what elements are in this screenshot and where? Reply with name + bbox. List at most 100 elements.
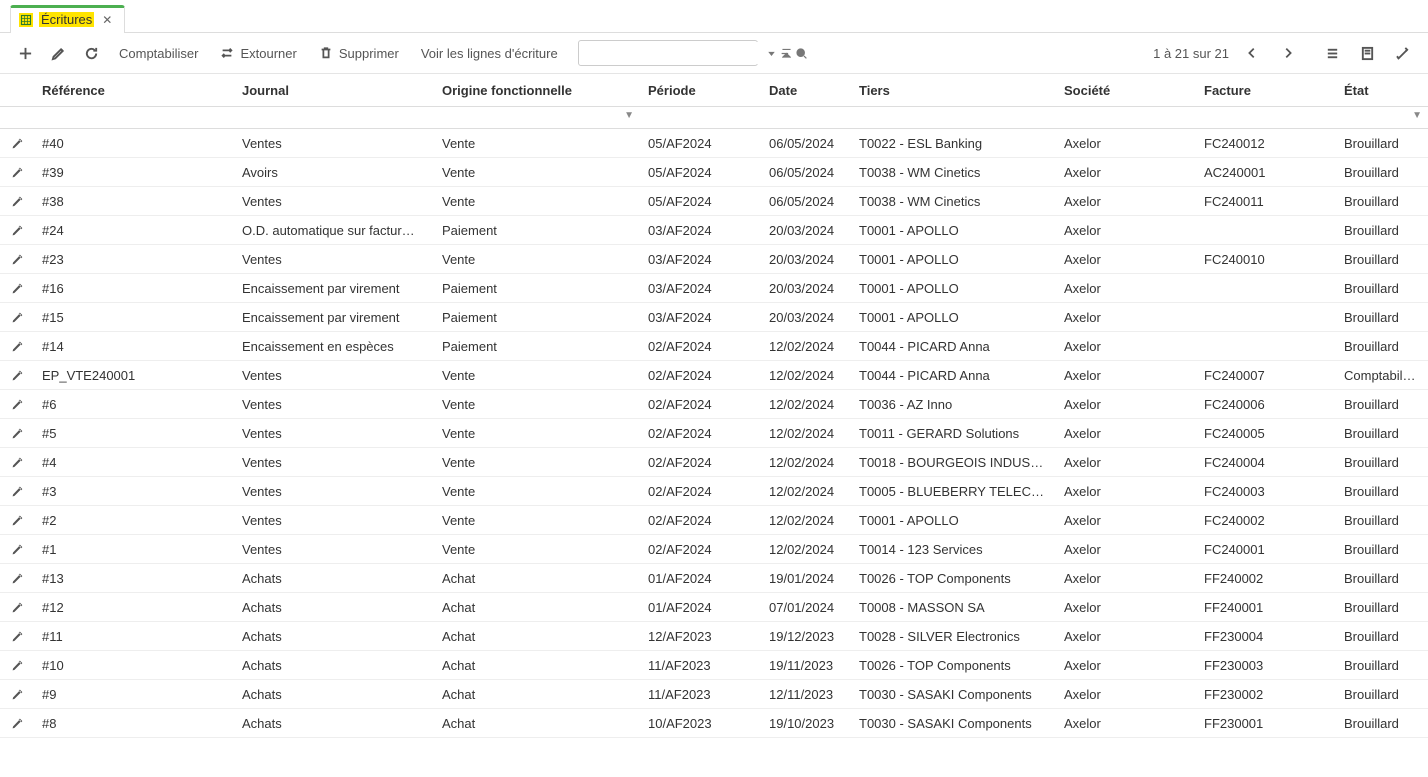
- row-edit-button[interactable]: [0, 456, 34, 469]
- row-edit-button[interactable]: [0, 659, 34, 672]
- form-view-button[interactable]: [1352, 39, 1383, 67]
- cell-societe: Axelor: [1056, 629, 1196, 644]
- table-row[interactable]: EP_VTE240001VentesVente02/AF202412/02/20…: [0, 361, 1428, 390]
- tab-ecritures[interactable]: Écritures ✕: [10, 5, 125, 33]
- header-journal[interactable]: Journal: [234, 83, 434, 98]
- comptabiliser-button[interactable]: Comptabiliser: [109, 39, 208, 67]
- dropdown-icon[interactable]: [765, 46, 778, 60]
- header-reference[interactable]: Référence: [34, 83, 234, 98]
- cell-journal: Ventes: [234, 542, 434, 557]
- settings-button[interactable]: [1387, 39, 1418, 67]
- table-row[interactable]: #38VentesVente05/AF202406/05/2024T0038 -…: [0, 187, 1428, 216]
- header-etat[interactable]: État: [1336, 83, 1428, 98]
- header-facture[interactable]: Facture: [1196, 83, 1336, 98]
- cell-date: 19/11/2023: [761, 658, 851, 673]
- row-edit-button[interactable]: [0, 224, 34, 237]
- table-row[interactable]: #8AchatsAchat10/AF202319/10/2023T0030 - …: [0, 709, 1428, 738]
- search-input[interactable]: [587, 42, 763, 64]
- header-periode[interactable]: Période: [640, 83, 761, 98]
- header-tiers[interactable]: Tiers: [851, 83, 1056, 98]
- filter-tiers[interactable]: [851, 107, 1056, 128]
- header-origine[interactable]: Origine fonctionnelle: [434, 83, 640, 98]
- table-row[interactable]: #4VentesVente02/AF202412/02/2024T0018 - …: [0, 448, 1428, 477]
- table-row[interactable]: #16Encaissement par virementPaiement03/A…: [0, 274, 1428, 303]
- header-date[interactable]: Date: [761, 83, 851, 98]
- voir-lignes-button[interactable]: Voir les lignes d'écriture: [411, 39, 568, 67]
- list-view-button[interactable]: [1317, 39, 1348, 67]
- row-edit-button[interactable]: [0, 514, 34, 527]
- row-edit-button[interactable]: [0, 311, 34, 324]
- table-row[interactable]: #6VentesVente02/AF202412/02/2024T0036 - …: [0, 390, 1428, 419]
- row-edit-button[interactable]: [0, 630, 34, 643]
- table-row[interactable]: #13AchatsAchat01/AF202419/01/2024T0026 -…: [0, 564, 1428, 593]
- prev-page-button[interactable]: [1239, 40, 1265, 66]
- filter-reference[interactable]: [34, 107, 234, 128]
- row-edit-button[interactable]: [0, 398, 34, 411]
- table-row[interactable]: #23VentesVente03/AF202420/03/2024T0001 -…: [0, 245, 1428, 274]
- cell-tiers: T0011 - GERARD Solutions: [851, 426, 1056, 441]
- table-row[interactable]: #11AchatsAchat12/AF202319/12/2023T0028 -…: [0, 622, 1428, 651]
- filter-facture[interactable]: [1196, 107, 1336, 128]
- filter-journal[interactable]: [234, 107, 434, 128]
- table-row[interactable]: #1VentesVente02/AF202412/02/2024T0014 - …: [0, 535, 1428, 564]
- cell-reference: #38: [34, 194, 234, 209]
- cell-societe: Axelor: [1056, 339, 1196, 354]
- row-edit-button[interactable]: [0, 137, 34, 150]
- table-row[interactable]: #2VentesVente02/AF202412/02/2024T0001 - …: [0, 506, 1428, 535]
- row-edit-button[interactable]: [0, 340, 34, 353]
- cell-reference: EP_VTE240001: [34, 368, 234, 383]
- filter-date[interactable]: [761, 107, 851, 128]
- cell-periode: 03/AF2024: [640, 281, 761, 296]
- cell-periode: 02/AF2024: [640, 513, 761, 528]
- filter-societe[interactable]: [1056, 107, 1196, 128]
- row-edit-button[interactable]: [0, 688, 34, 701]
- table-row[interactable]: #12AchatsAchat01/AF202407/01/2024T0008 -…: [0, 593, 1428, 622]
- header-societe[interactable]: Société: [1056, 83, 1196, 98]
- row-edit-button[interactable]: [0, 253, 34, 266]
- table-row[interactable]: #15Encaissement par virementPaiement03/A…: [0, 303, 1428, 332]
- cell-facture: AC240001: [1196, 165, 1336, 180]
- next-page-button[interactable]: [1275, 40, 1301, 66]
- close-icon[interactable]: ✕: [100, 13, 114, 27]
- row-edit-button[interactable]: [0, 427, 34, 440]
- cell-societe: Axelor: [1056, 658, 1196, 673]
- table-row[interactable]: #10AchatsAchat11/AF202319/11/2023T0026 -…: [0, 651, 1428, 680]
- cell-reference: #6: [34, 397, 234, 412]
- table-row[interactable]: #39AvoirsVente05/AF202406/05/2024T0038 -…: [0, 158, 1428, 187]
- refresh-button[interactable]: [76, 39, 107, 67]
- row-edit-button[interactable]: [0, 717, 34, 730]
- row-edit-button[interactable]: [0, 369, 34, 382]
- table-row[interactable]: #3VentesVente02/AF202412/02/2024T0005 - …: [0, 477, 1428, 506]
- table-row[interactable]: #14Encaissement en espècesPaiement02/AF2…: [0, 332, 1428, 361]
- table-row[interactable]: #9AchatsAchat11/AF202312/11/2023T0030 - …: [0, 680, 1428, 709]
- cell-origine: Vente: [434, 252, 640, 267]
- row-edit-button[interactable]: [0, 543, 34, 556]
- filter-etat[interactable]: ▼: [1336, 107, 1428, 128]
- supprimer-button[interactable]: Supprimer: [309, 39, 409, 67]
- cell-reference: #8: [34, 716, 234, 731]
- cell-journal: Achats: [234, 658, 434, 673]
- cell-origine: Paiement: [434, 281, 640, 296]
- edit-button[interactable]: [43, 39, 74, 67]
- cell-origine: Vente: [434, 194, 640, 209]
- row-edit-button[interactable]: [0, 601, 34, 614]
- row-edit-button[interactable]: [0, 572, 34, 585]
- row-edit-button[interactable]: [0, 166, 34, 179]
- table-row[interactable]: #24O.D. automatique sur factur…Paiement0…: [0, 216, 1428, 245]
- table-row[interactable]: #5VentesVente02/AF202412/02/2024T0011 - …: [0, 419, 1428, 448]
- search-icon[interactable]: [795, 46, 808, 60]
- clear-icon[interactable]: [780, 46, 793, 60]
- search-box[interactable]: [578, 40, 758, 66]
- filter-periode[interactable]: [640, 107, 761, 128]
- caret-down-icon[interactable]: ▼: [1412, 110, 1422, 121]
- cell-societe: Axelor: [1056, 397, 1196, 412]
- table-row[interactable]: #40VentesVente05/AF202406/05/2024T0022 -…: [0, 129, 1428, 158]
- row-edit-button[interactable]: [0, 195, 34, 208]
- caret-down-icon[interactable]: ▼: [624, 110, 634, 121]
- cell-periode: 10/AF2023: [640, 716, 761, 731]
- extourner-button[interactable]: Extourner: [210, 39, 306, 67]
- filter-origine[interactable]: ▼: [434, 107, 640, 128]
- row-edit-button[interactable]: [0, 485, 34, 498]
- add-button[interactable]: [10, 39, 41, 67]
- row-edit-button[interactable]: [0, 282, 34, 295]
